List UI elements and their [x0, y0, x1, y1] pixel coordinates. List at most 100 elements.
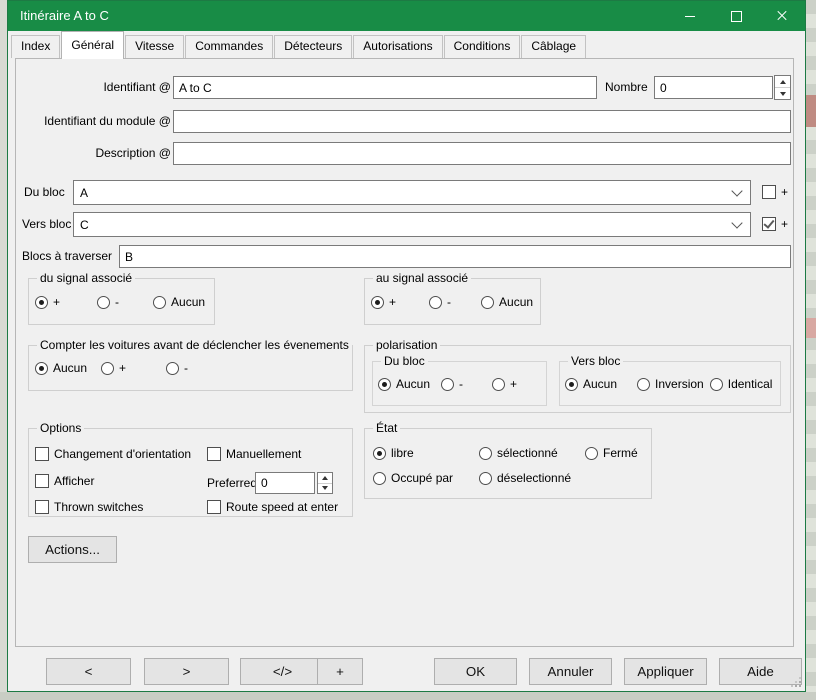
- nav-code-button[interactable]: </>: [240, 658, 325, 685]
- radio-etat-ferme[interactable]: Fermé: [585, 446, 638, 460]
- preferred-spinner[interactable]: [317, 472, 333, 494]
- actions-button[interactable]: Actions...: [28, 536, 117, 563]
- spinner-down-icon[interactable]: [322, 486, 328, 490]
- chevron-down-icon: [731, 185, 742, 196]
- du-bloc-combobox[interactable]: A: [73, 180, 751, 205]
- spinner-up-icon[interactable]: [322, 476, 328, 480]
- du-bloc-label: Du bloc: [24, 185, 65, 199]
- appliquer-button[interactable]: Appliquer: [624, 658, 707, 685]
- group-compter-title: Compter les voitures avant de déclencher…: [37, 338, 352, 352]
- resize-grip[interactable]: [792, 678, 802, 688]
- route-dialog: Itinéraire A to C Index Général Vitesse …: [7, 0, 806, 692]
- radio-label: Aucun: [583, 377, 617, 391]
- module-input[interactable]: [173, 110, 791, 133]
- radio-icon: [710, 378, 723, 391]
- checkbox-changement-orientation[interactable]: Changement d'orientation: [35, 447, 191, 461]
- radio-label: Occupé par: [391, 471, 453, 485]
- radio-label: -: [447, 295, 451, 309]
- radio-icon: [97, 296, 110, 309]
- radio-label: Aucun: [499, 295, 533, 309]
- du-bloc-plus-checkbox[interactable]: +: [762, 185, 788, 199]
- polarisation-du-bloc-title: Du bloc: [381, 354, 428, 368]
- radio-compter-plus[interactable]: +: [101, 361, 126, 375]
- radio-au-signal-minus[interactable]: -: [429, 295, 451, 309]
- checkbox-route-speed[interactable]: Route speed at enter: [207, 500, 338, 514]
- radio-icon: [166, 362, 179, 375]
- radio-icon: [481, 296, 494, 309]
- identifiant-input[interactable]: [173, 76, 597, 99]
- nombre-label: Nombre: [605, 80, 648, 94]
- window-title: Itinéraire A to C: [20, 1, 109, 31]
- checkbox-unchecked-icon: [35, 500, 49, 514]
- annuler-button[interactable]: Annuler: [529, 658, 612, 685]
- checkbox-manuellement[interactable]: Manuellement: [207, 447, 301, 461]
- preferred-input[interactable]: [255, 472, 315, 494]
- tab-commandes[interactable]: Commandes: [185, 35, 273, 58]
- spinner-up-icon[interactable]: [780, 80, 786, 84]
- tab-vitesse[interactable]: Vitesse: [125, 35, 184, 58]
- radio-du-signal-aucun[interactable]: Aucun: [153, 295, 205, 309]
- minimize-button[interactable]: [667, 1, 713, 31]
- close-button[interactable]: [759, 1, 805, 31]
- radio-compter-minus[interactable]: -: [166, 361, 188, 375]
- radio-polar-du-minus[interactable]: -: [441, 377, 463, 391]
- description-input[interactable]: [173, 142, 791, 165]
- tab-general[interactable]: Général: [61, 31, 124, 59]
- spinner-down-icon[interactable]: [780, 92, 786, 96]
- nav-add-button[interactable]: +: [317, 658, 363, 685]
- radio-label: -: [115, 295, 119, 309]
- nav-prev-button[interactable]: <: [46, 658, 131, 685]
- chevron-down-icon: [731, 217, 742, 228]
- radio-polar-du-plus[interactable]: +: [492, 377, 517, 391]
- nav-next-button[interactable]: >: [144, 658, 229, 685]
- radio-label: -: [184, 361, 188, 375]
- radio-au-signal-aucun[interactable]: Aucun: [481, 295, 533, 309]
- radio-etat-libre[interactable]: libre: [373, 446, 414, 460]
- nombre-input[interactable]: [654, 76, 773, 99]
- radio-label: libre: [391, 446, 414, 460]
- checkbox-label: Manuellement: [226, 447, 301, 461]
- radio-selected-icon: [378, 378, 391, 391]
- group-compter-voitures: Compter les voitures avant de déclencher…: [28, 345, 353, 391]
- radio-etat-selectionne[interactable]: sélectionné: [479, 446, 558, 460]
- radio-du-signal-minus[interactable]: -: [97, 295, 119, 309]
- radio-label: Identical: [728, 377, 773, 391]
- ok-button[interactable]: OK: [434, 658, 517, 685]
- radio-au-signal-plus[interactable]: +: [371, 295, 396, 309]
- radio-du-signal-plus[interactable]: +: [35, 295, 60, 309]
- radio-selected-icon: [565, 378, 578, 391]
- radio-etat-deselectionne[interactable]: déselectionné: [479, 471, 571, 485]
- blocs-a-traverser-label: Blocs à traverser: [22, 249, 112, 263]
- checkbox-afficher[interactable]: Afficher: [35, 474, 94, 488]
- tab-detecteurs[interactable]: Détecteurs: [274, 35, 352, 58]
- maximize-button[interactable]: [713, 1, 759, 31]
- radio-polar-du-aucun[interactable]: Aucun: [378, 377, 430, 391]
- group-polarisation-vers-bloc: Vers bloc Aucun Inversion Identical: [559, 361, 781, 406]
- checkbox-thrown-switches[interactable]: Thrown switches: [35, 500, 143, 514]
- tab-index[interactable]: Index: [11, 35, 60, 58]
- tab-autorisations[interactable]: Autorisations: [353, 35, 442, 58]
- titlebar[interactable]: Itinéraire A to C: [8, 1, 805, 31]
- blocs-a-traverser-input[interactable]: [119, 245, 791, 268]
- checkbox-unchecked-icon: [762, 185, 776, 199]
- radio-label: Fermé: [603, 446, 638, 460]
- nombre-spinner[interactable]: [774, 75, 791, 100]
- vers-bloc-combobox[interactable]: C: [73, 212, 751, 237]
- polarisation-vers-bloc-title: Vers bloc: [568, 354, 623, 368]
- radio-compter-aucun[interactable]: Aucun: [35, 361, 87, 375]
- tab-cablage[interactable]: Câblage: [521, 35, 586, 58]
- radio-polar-vers-aucun[interactable]: Aucun: [565, 377, 617, 391]
- radio-polar-vers-identical[interactable]: Identical: [710, 377, 773, 391]
- radio-icon: [585, 447, 598, 460]
- radio-label: sélectionné: [497, 446, 558, 460]
- checkbox-unchecked-icon: [35, 447, 49, 461]
- group-du-signal-associe: du signal associé + - Aucun: [28, 278, 215, 325]
- checkbox-label: Changement d'orientation: [54, 447, 191, 461]
- aide-button[interactable]: Aide: [719, 658, 802, 685]
- vers-bloc-plus-checkbox[interactable]: +: [762, 217, 788, 231]
- checkbox-checked-icon: [762, 217, 776, 231]
- radio-polar-vers-inversion[interactable]: Inversion: [637, 377, 704, 391]
- radio-etat-occupe-par[interactable]: Occupé par: [373, 471, 453, 485]
- tab-conditions[interactable]: Conditions: [444, 35, 521, 58]
- group-options: Options Changement d'orientation Affiche…: [28, 428, 353, 517]
